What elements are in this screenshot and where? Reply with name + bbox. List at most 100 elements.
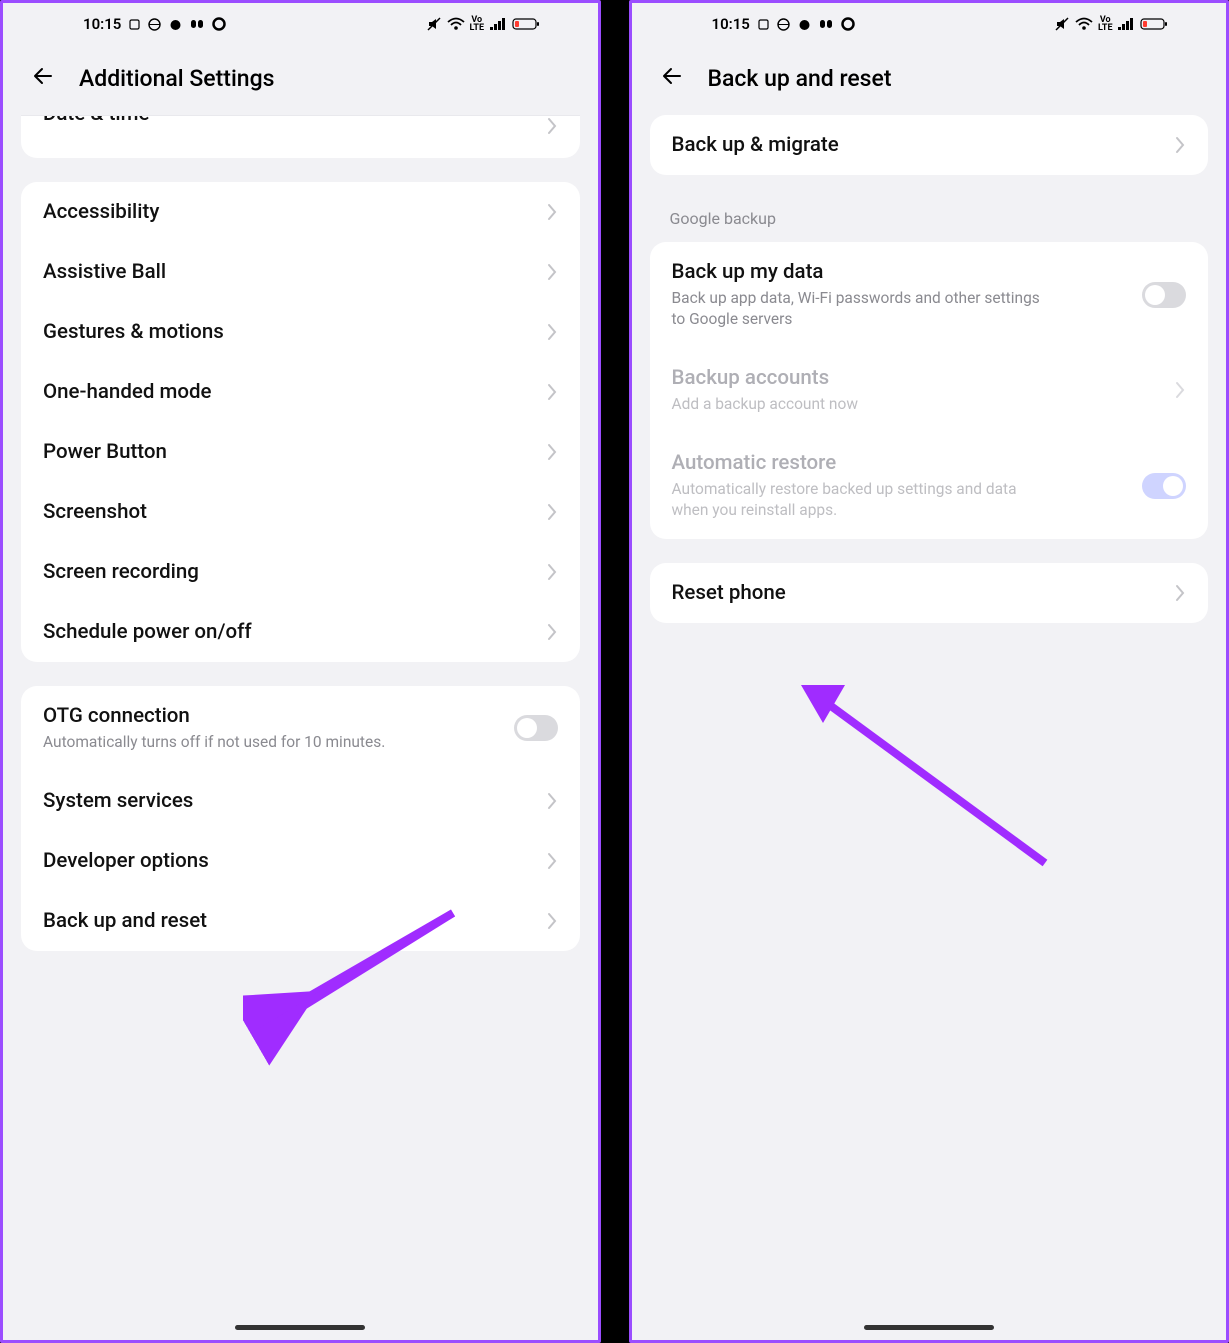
otg-toggle[interactable] [514,715,558,741]
row-sub: Automatically turns off if not used for … [43,732,423,753]
row-assistive-ball[interactable]: Assistive Ball [21,242,580,302]
signal-icon [489,17,507,31]
pill-icon [190,17,204,31]
card-group1: Accessibility Assistive Ball Gestures & … [21,182,580,662]
phone-left: 10:15 Vo LTE Additional Settings Date & … [0,0,601,1343]
row-label: Power Button [43,440,536,464]
card-group2: OTG connection Automatically turns off i… [21,686,580,951]
row-label: Reset phone [672,581,1165,605]
card-icon [758,19,769,30]
row-label: OTG connection [43,704,514,728]
chevron-right-icon [546,562,558,582]
backup-data-toggle[interactable] [1142,282,1186,308]
header: Additional Settings [3,45,598,115]
chevron-right-icon [546,262,558,282]
row-accessibility[interactable]: Accessibility [21,182,580,242]
row-screen-recording[interactable]: Screen recording [21,542,580,602]
globe-icon [777,18,790,31]
row-otg-connection[interactable]: OTG connection Automatically turns off i… [21,686,580,771]
card-reset: Reset phone [650,563,1209,623]
chevron-right-icon [546,791,558,811]
card-backup-migrate: Back up & migrate [650,115,1209,175]
chevron-right-icon [546,622,558,642]
row-label: Gestures & motions [43,320,536,344]
section-label: Google backup [650,199,1209,242]
row-label: Date & time [43,116,536,126]
row-backup-my-data[interactable]: Back up my data Back up app data, Wi-Fi … [650,242,1209,348]
row-label: Schedule power on/off [43,620,536,644]
back-icon[interactable] [660,63,686,93]
chevron-right-icon [546,911,558,931]
card-peek: Date & time [21,116,580,158]
status-bar: 10:15 Vo LTE [632,3,1227,45]
row-reset-phone[interactable]: Reset phone [650,563,1209,623]
row-schedule-power[interactable]: Schedule power on/off [21,602,580,662]
row-gestures-motions[interactable]: Gestures & motions [21,302,580,362]
status-bar: 10:15 Vo LTE [3,3,598,45]
status-time: 10:15 [712,15,750,33]
phone-right: 10:15 Vo LTE Back up and reset Back up &… [629,0,1229,1343]
row-label: Backup accounts [672,366,1165,390]
circle-icon [841,17,855,31]
globe-icon [148,18,161,31]
row-backup-accounts[interactable]: Backup accounts Add a backup account now [650,348,1209,433]
page-title: Back up and reset [708,65,892,92]
card-icon [129,19,140,30]
row-label: Screenshot [43,500,536,524]
reddit-icon [798,18,811,31]
pill-icon [819,17,833,31]
back-icon[interactable] [31,63,57,93]
chevron-right-icon [546,442,558,462]
row-developer-options[interactable]: Developer options [21,831,580,891]
card-google-backup: Back up my data Back up app data, Wi-Fi … [650,242,1209,539]
chevron-right-icon [1174,135,1186,155]
header: Back up and reset [632,45,1227,115]
row-one-handed-mode[interactable]: One-handed mode [21,362,580,422]
row-sub: Add a backup account now [672,394,1052,415]
battery-icon [512,17,540,31]
volte-icon: Vo LTE [470,16,484,32]
row-label: Back up my data [672,260,1143,284]
row-system-services[interactable]: System services [21,771,580,831]
row-automatic-restore[interactable]: Automatic restore Automatically restore … [650,433,1209,539]
page-title: Additional Settings [79,65,275,92]
row-backup-migrate[interactable]: Back up & migrate [650,115,1209,175]
row-label: Back up & migrate [672,133,1165,157]
row-label: Assistive Ball [43,260,536,284]
status-time: 10:15 [83,15,121,33]
mute-icon [426,16,442,32]
row-power-button[interactable]: Power Button [21,422,580,482]
nav-pill[interactable] [235,1325,365,1330]
row-label: One-handed mode [43,380,536,404]
circle-icon [212,17,226,31]
signal-icon [1117,17,1135,31]
chevron-right-icon [546,851,558,871]
chevron-right-icon [546,322,558,342]
row-label: System services [43,789,536,813]
wifi-icon [447,17,465,31]
chevron-right-icon [1174,380,1186,400]
row-sub: Back up app data, Wi-Fi passwords and ot… [672,288,1052,330]
nav-pill[interactable] [864,1325,994,1330]
row-sub: Automatically restore backed up settings… [672,479,1052,521]
chevron-right-icon [546,202,558,222]
row-label: Developer options [43,849,536,873]
chevron-right-icon [546,502,558,522]
chevron-right-icon [546,116,558,136]
row-backup-reset[interactable]: Back up and reset [21,891,580,951]
mute-icon [1054,16,1070,32]
row-screenshot[interactable]: Screenshot [21,482,580,542]
wifi-icon [1075,17,1093,31]
row-label: Automatic restore [672,451,1143,475]
row-label: Screen recording [43,560,536,584]
reddit-icon [169,18,182,31]
row-label: Accessibility [43,200,536,224]
row-label: Back up and reset [43,909,536,933]
row-date-time[interactable]: Date & time [21,116,580,158]
battery-icon [1140,17,1168,31]
volte-icon: Vo LTE [1098,16,1112,32]
chevron-right-icon [546,382,558,402]
chevron-right-icon [1174,583,1186,603]
annotation-arrow [795,663,1055,883]
auto-restore-toggle[interactable] [1142,473,1186,499]
